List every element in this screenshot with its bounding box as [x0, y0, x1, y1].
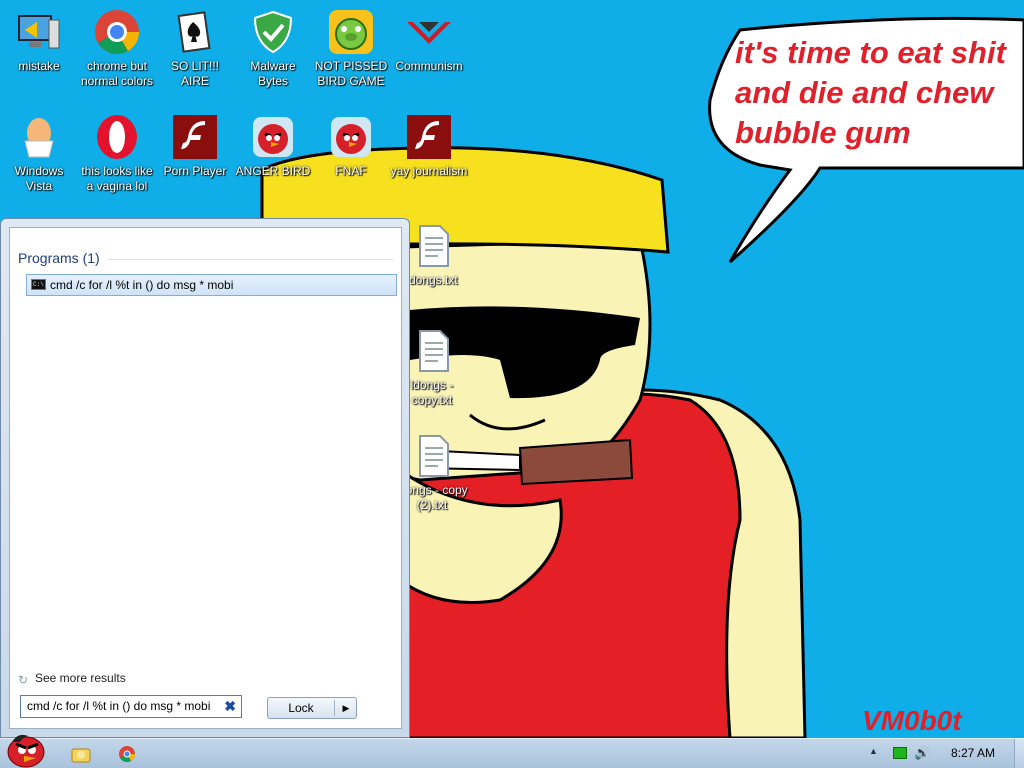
power-options-arrow-icon[interactable]: ▶ — [336, 698, 356, 718]
cmd-icon — [31, 275, 46, 295]
solitaire-icon — [177, 11, 211, 53]
desktop-icon-chrome[interactable]: chrome but normal colors — [78, 8, 156, 89]
start-menu: Programs (1) cmd /c for /l %t in () do m… — [0, 218, 410, 738]
search-result-label: cmd /c for /l %t in () do msg * mobi — [50, 278, 234, 292]
flash-icon — [173, 115, 217, 159]
chrome-icon — [95, 10, 139, 54]
desktop-icon-label: mistake — [18, 59, 60, 73]
desktop-icon-label: yay journalism — [390, 164, 468, 178]
desktop-icon-malwarebytes[interactable]: Malware Bytes — [234, 8, 312, 89]
flash-icon — [407, 115, 451, 159]
desktop-icon-anger-bird[interactable]: ANGER BIRD — [234, 113, 312, 179]
text-file-icon — [419, 435, 449, 477]
desktop-icon-label: Porn Player — [163, 164, 227, 178]
desktop-icon-porn-player[interactable]: Porn Player — [156, 113, 234, 179]
taskbar-explorer-icon[interactable] — [70, 743, 92, 765]
speech-line-3: bubble gum — [735, 115, 911, 150]
speech-line-1: it's time to eat shit — [735, 35, 1008, 70]
desktop-icon-pig-game[interactable]: NOT PISSED BIRD GAME — [312, 8, 390, 89]
start-menu-results-panel: Programs (1) cmd /c for /l %t in () do m… — [9, 227, 402, 729]
programs-header: Programs (1) — [18, 250, 100, 266]
desktop-icon-yay-journalism[interactable]: yay journalism — [390, 113, 468, 179]
start-button[interactable] — [4, 728, 52, 768]
search-result-cmd[interactable]: cmd /c for /l %t in () do msg * mobi — [26, 274, 397, 296]
show-hidden-icons-button[interactable]: ▲ — [869, 746, 878, 756]
search-arrow-icon: ↻ — [18, 673, 29, 687]
desktop-icon-opera[interactable]: this looks like a vagina lol — [78, 113, 156, 194]
header-divider — [108, 259, 393, 260]
shield-icon — [253, 10, 293, 54]
see-more-results-link[interactable]: ↻ See more results — [18, 671, 126, 687]
desktop-icon-label: Malware Bytes — [250, 59, 296, 88]
network-icon[interactable] — [893, 747, 907, 759]
show-desktop-button[interactable] — [1014, 739, 1024, 768]
taskbar-chrome-icon[interactable] — [116, 743, 138, 765]
taskbar-clock[interactable]: 8:27 AM — [940, 744, 1006, 762]
speech-line-2: and die and chew — [735, 75, 995, 110]
wallpaper-signature: VM0b0t — [862, 705, 963, 736]
angry-bird-icon — [331, 117, 371, 157]
search-input-value: cmd /c for /l %t in () do msg * mobi — [27, 699, 211, 713]
computer-icon — [18, 15, 60, 49]
see-more-label: See more results — [35, 671, 126, 685]
text-file-icon — [419, 330, 449, 372]
lock-label: Lock — [288, 701, 314, 715]
desktop-icon-label: chrome but normal colors — [80, 59, 154, 88]
clear-search-icon[interactable]: ✖ — [224, 696, 236, 717]
lock-button[interactable]: Lock ▶ — [267, 697, 357, 719]
start-search-input[interactable]: cmd /c for /l %t in () do msg * mobi ✖ — [20, 695, 242, 718]
desktop-icon-label: NOT PISSED BIRD GAME — [314, 59, 388, 88]
desktop-icon-label: SO LIT!!! AIRE — [170, 59, 219, 88]
desktop-icon-mistake[interactable]: mistake — [0, 8, 78, 74]
communism-icon — [407, 22, 451, 44]
pig-icon — [329, 10, 373, 54]
desktop-icon-fnaf[interactable]: FNAF — [312, 113, 390, 179]
desktop-icon-communism[interactable]: Communism — [390, 8, 468, 74]
lock-separator — [334, 700, 335, 716]
egg-icon — [24, 118, 54, 158]
desktop-icon-label: Windows Vista — [14, 164, 64, 193]
desktop-icon-windows-vista[interactable]: Windows Vista — [0, 113, 78, 194]
text-file-icon — [419, 225, 449, 267]
volume-icon[interactable]: 🔊 — [914, 745, 930, 761]
desktop-icon-label: ANGER BIRD — [235, 164, 311, 178]
desktop-icon-solitaire[interactable]: SO LIT!!! AIRE — [156, 8, 234, 89]
desktop-icon-label: this looks like a vagina lol — [81, 164, 153, 193]
opera-icon — [97, 115, 137, 159]
desktop-icon-label: FNAF — [335, 164, 367, 178]
desktop-icon-label: Communism — [395, 59, 463, 73]
angry-bird-icon — [253, 117, 293, 157]
